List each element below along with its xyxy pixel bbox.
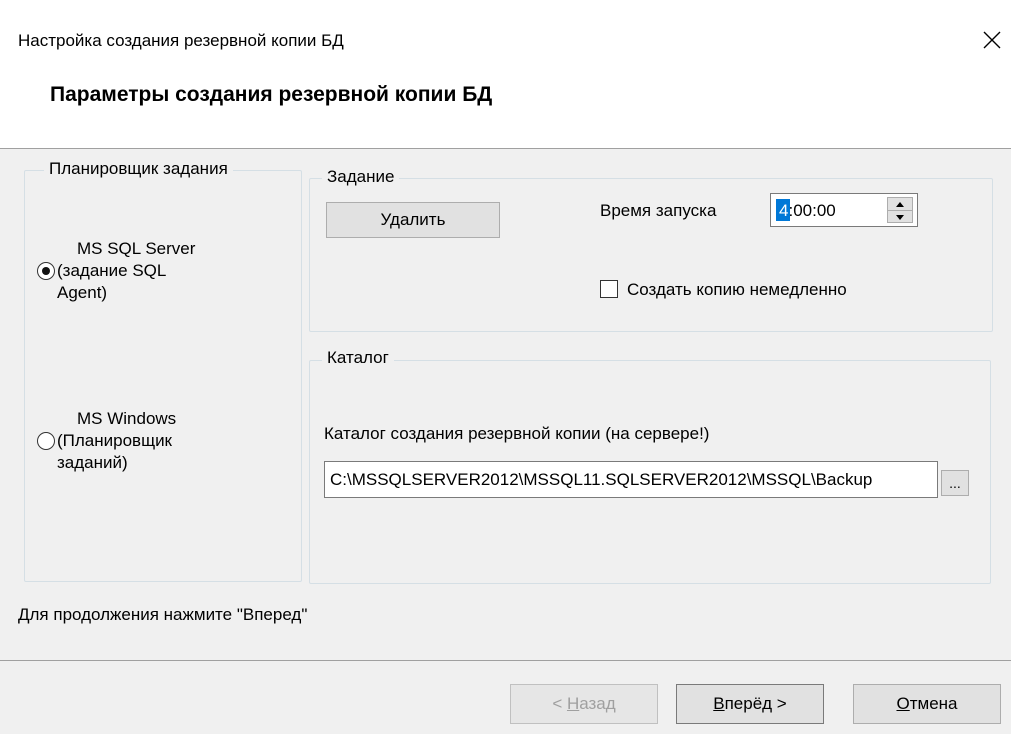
- radio-ms-sql-server-label[interactable]: MS SQL Server: [77, 238, 195, 260]
- footer-divider: [0, 660, 1011, 661]
- spin-up-icon[interactable]: [888, 198, 912, 210]
- task-group-legend: Задание: [322, 167, 400, 187]
- browse-button[interactable]: ...: [941, 470, 969, 496]
- radio-ms-windows[interactable]: [37, 432, 55, 450]
- create-now-checkbox[interactable]: [600, 280, 618, 298]
- radio-ms-sql-server-label-2[interactable]: (задание SQL Agent): [57, 260, 166, 304]
- back-button-prefix: <: [552, 694, 567, 713]
- radio-ms-windows-label[interactable]: MS Windows: [77, 408, 176, 430]
- catalog-field-label: Каталог создания резервной копии (на сер…: [324, 424, 710, 443]
- cancel-button-key: О: [896, 694, 910, 713]
- next-button-key: В: [713, 694, 725, 713]
- close-icon[interactable]: [976, 24, 1008, 56]
- backup-path-value: C:\MSSQLSERVER2012\MSSQL11.SQLSERVER2012…: [330, 470, 873, 489]
- spin-down-icon[interactable]: [888, 210, 912, 223]
- scheduler-group-legend: Планировщик задания: [44, 159, 233, 179]
- back-button-key: Н: [566, 694, 580, 713]
- create-now-label[interactable]: Создать копию немедленно: [627, 280, 847, 300]
- delete-button-label: Удалить: [380, 210, 446, 229]
- time-spinner[interactable]: [887, 197, 913, 223]
- radio-label-line: (задание SQL: [57, 261, 167, 280]
- radio-label-line: (Планировщик: [57, 431, 172, 450]
- back-button-rest: азад: [579, 694, 616, 713]
- radio-label-line: MS SQL Server: [77, 239, 196, 258]
- cancel-button[interactable]: Отмена: [853, 684, 1001, 724]
- delete-button[interactable]: Удалить: [326, 202, 500, 238]
- page-title: Параметры создания резервной копии БД: [50, 83, 493, 106]
- catalog-group-legend: Каталог: [322, 348, 394, 368]
- cancel-button-rest: тмена: [909, 694, 958, 713]
- radio-ms-sql-server[interactable]: [37, 262, 55, 280]
- start-time-rest: :00:00: [788, 201, 836, 220]
- start-time-field[interactable]: 4:00:00: [770, 193, 918, 227]
- scheduler-group: [24, 170, 302, 582]
- radio-label-line: заданий): [57, 453, 128, 472]
- next-button-rest: перёд >: [724, 694, 787, 713]
- next-button[interactable]: Вперёд >: [676, 684, 824, 724]
- radio-label-line: Agent): [57, 283, 108, 302]
- back-button[interactable]: < Назад: [510, 684, 658, 724]
- hint-text: Для продолжения нажмите "Вперед": [18, 605, 308, 624]
- window-title: Настройка создания резервной копии БД: [18, 31, 344, 50]
- radio-ms-windows-label-2[interactable]: (Планировщик заданий): [57, 430, 172, 474]
- browse-button-label: ...: [949, 475, 961, 491]
- backup-path-input[interactable]: C:\MSSQLSERVER2012\MSSQL11.SQLSERVER2012…: [324, 461, 938, 498]
- start-time-label: Время запуска: [600, 201, 717, 220]
- radio-label-line: MS Windows: [77, 409, 177, 428]
